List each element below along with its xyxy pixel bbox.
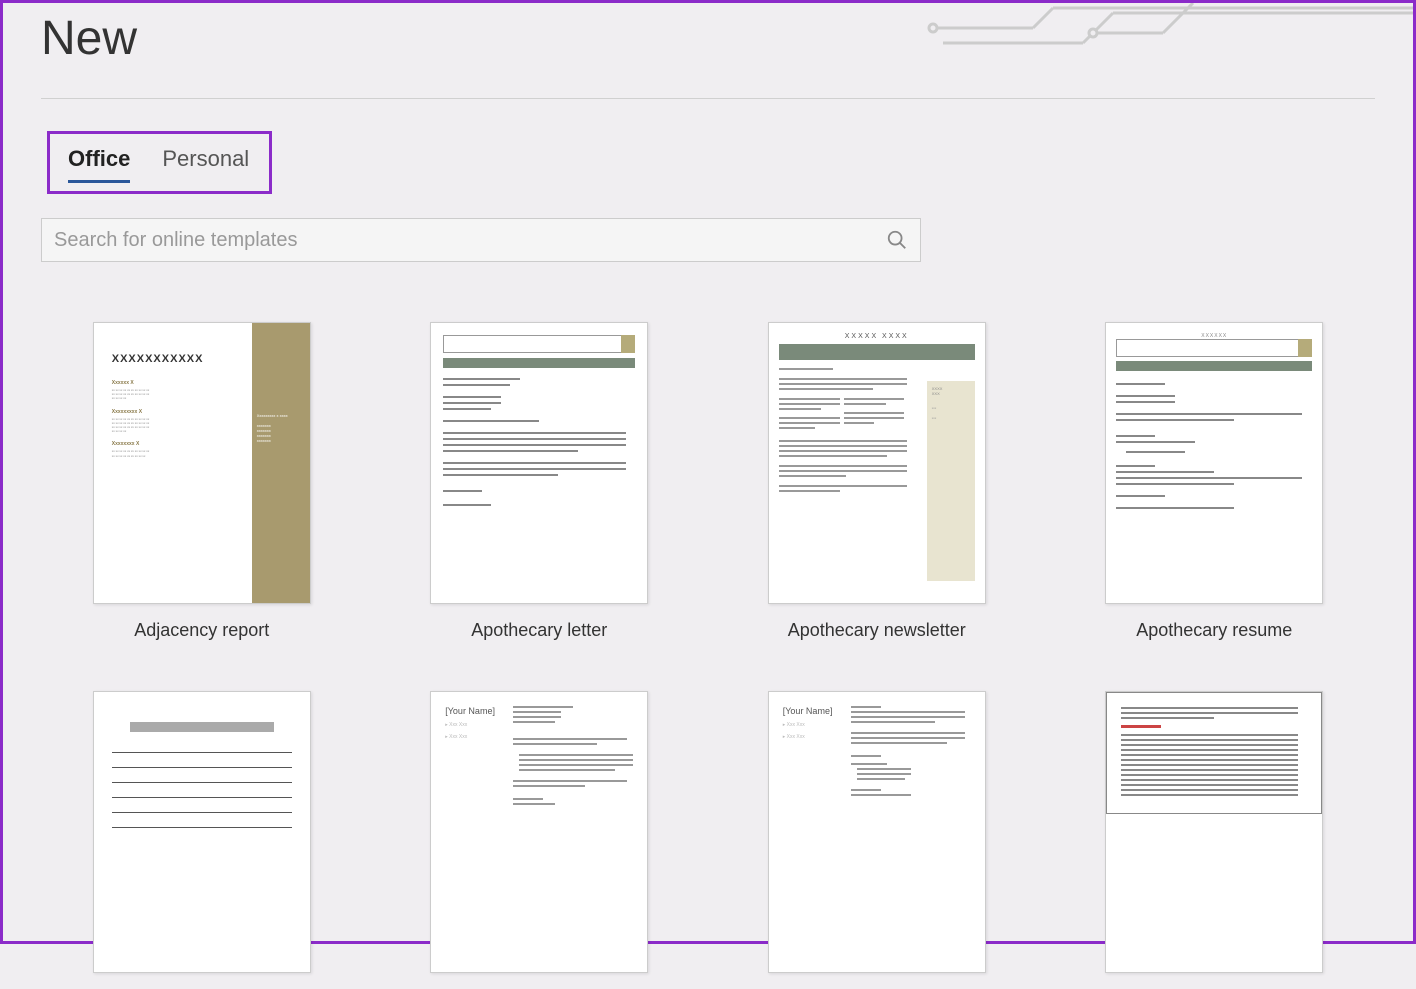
template-thumbnail — [430, 322, 648, 604]
template-apothecary-resume[interactable]: XXXXXX — [1096, 322, 1334, 641]
template-thumbnail: XXXXXX — [1105, 322, 1323, 604]
tabs-highlight-box: Office Personal — [47, 131, 272, 194]
template-lines[interactable] — [83, 691, 321, 989]
template-thumbnail — [1105, 691, 1323, 973]
template-thumbnail — [93, 691, 311, 973]
template-apothecary-letter[interactable]: Apothecary letter — [421, 322, 659, 641]
divider — [41, 98, 1375, 99]
search-container — [41, 218, 921, 262]
tab-office[interactable]: Office — [68, 146, 130, 183]
search-input[interactable] — [54, 229, 886, 252]
template-label: Apothecary newsletter — [788, 620, 966, 641]
template-thumbnail: [Your Name] ▸ Xxx Xxx ▸ Xxx Xxx — [768, 691, 986, 973]
template-apothecary-newsletter[interactable]: XXXXX XXXX XXXXXXX xxx xxx — [758, 322, 996, 641]
template-document[interactable] — [1096, 691, 1334, 989]
templates-grid: Xxxxxxxxx x xxxxxxxxxxxxxxxxxxxxxxxxxxxx… — [3, 262, 1413, 989]
template-label: Adjacency report — [134, 620, 269, 641]
tab-personal[interactable]: Personal — [162, 146, 249, 183]
template-label: Apothecary resume — [1136, 620, 1292, 641]
search-icon[interactable] — [886, 229, 908, 251]
template-yourname-letter[interactable]: [Your Name] ▸ Xxx Xxx ▸ Xxx Xxx — [421, 691, 659, 989]
page-title: New — [3, 3, 1413, 66]
template-thumbnail: [Your Name] ▸ Xxx Xxx ▸ Xxx Xxx — [430, 691, 648, 973]
template-label: Apothecary letter — [471, 620, 607, 641]
template-thumbnail: Xxxxxxxxx x xxxxxxxxxxxxxxxxxxxxxxxxxxxx… — [93, 322, 311, 604]
template-adjacency-report[interactable]: Xxxxxxxxx x xxxxxxxxxxxxxxxxxxxxxxxxxxxx… — [83, 322, 321, 641]
template-yourname-resume[interactable]: [Your Name] ▸ Xxx Xxx ▸ Xxx Xxx — [758, 691, 996, 989]
template-thumbnail: XXXXX XXXX XXXXXXX xxx xxx — [768, 322, 986, 604]
